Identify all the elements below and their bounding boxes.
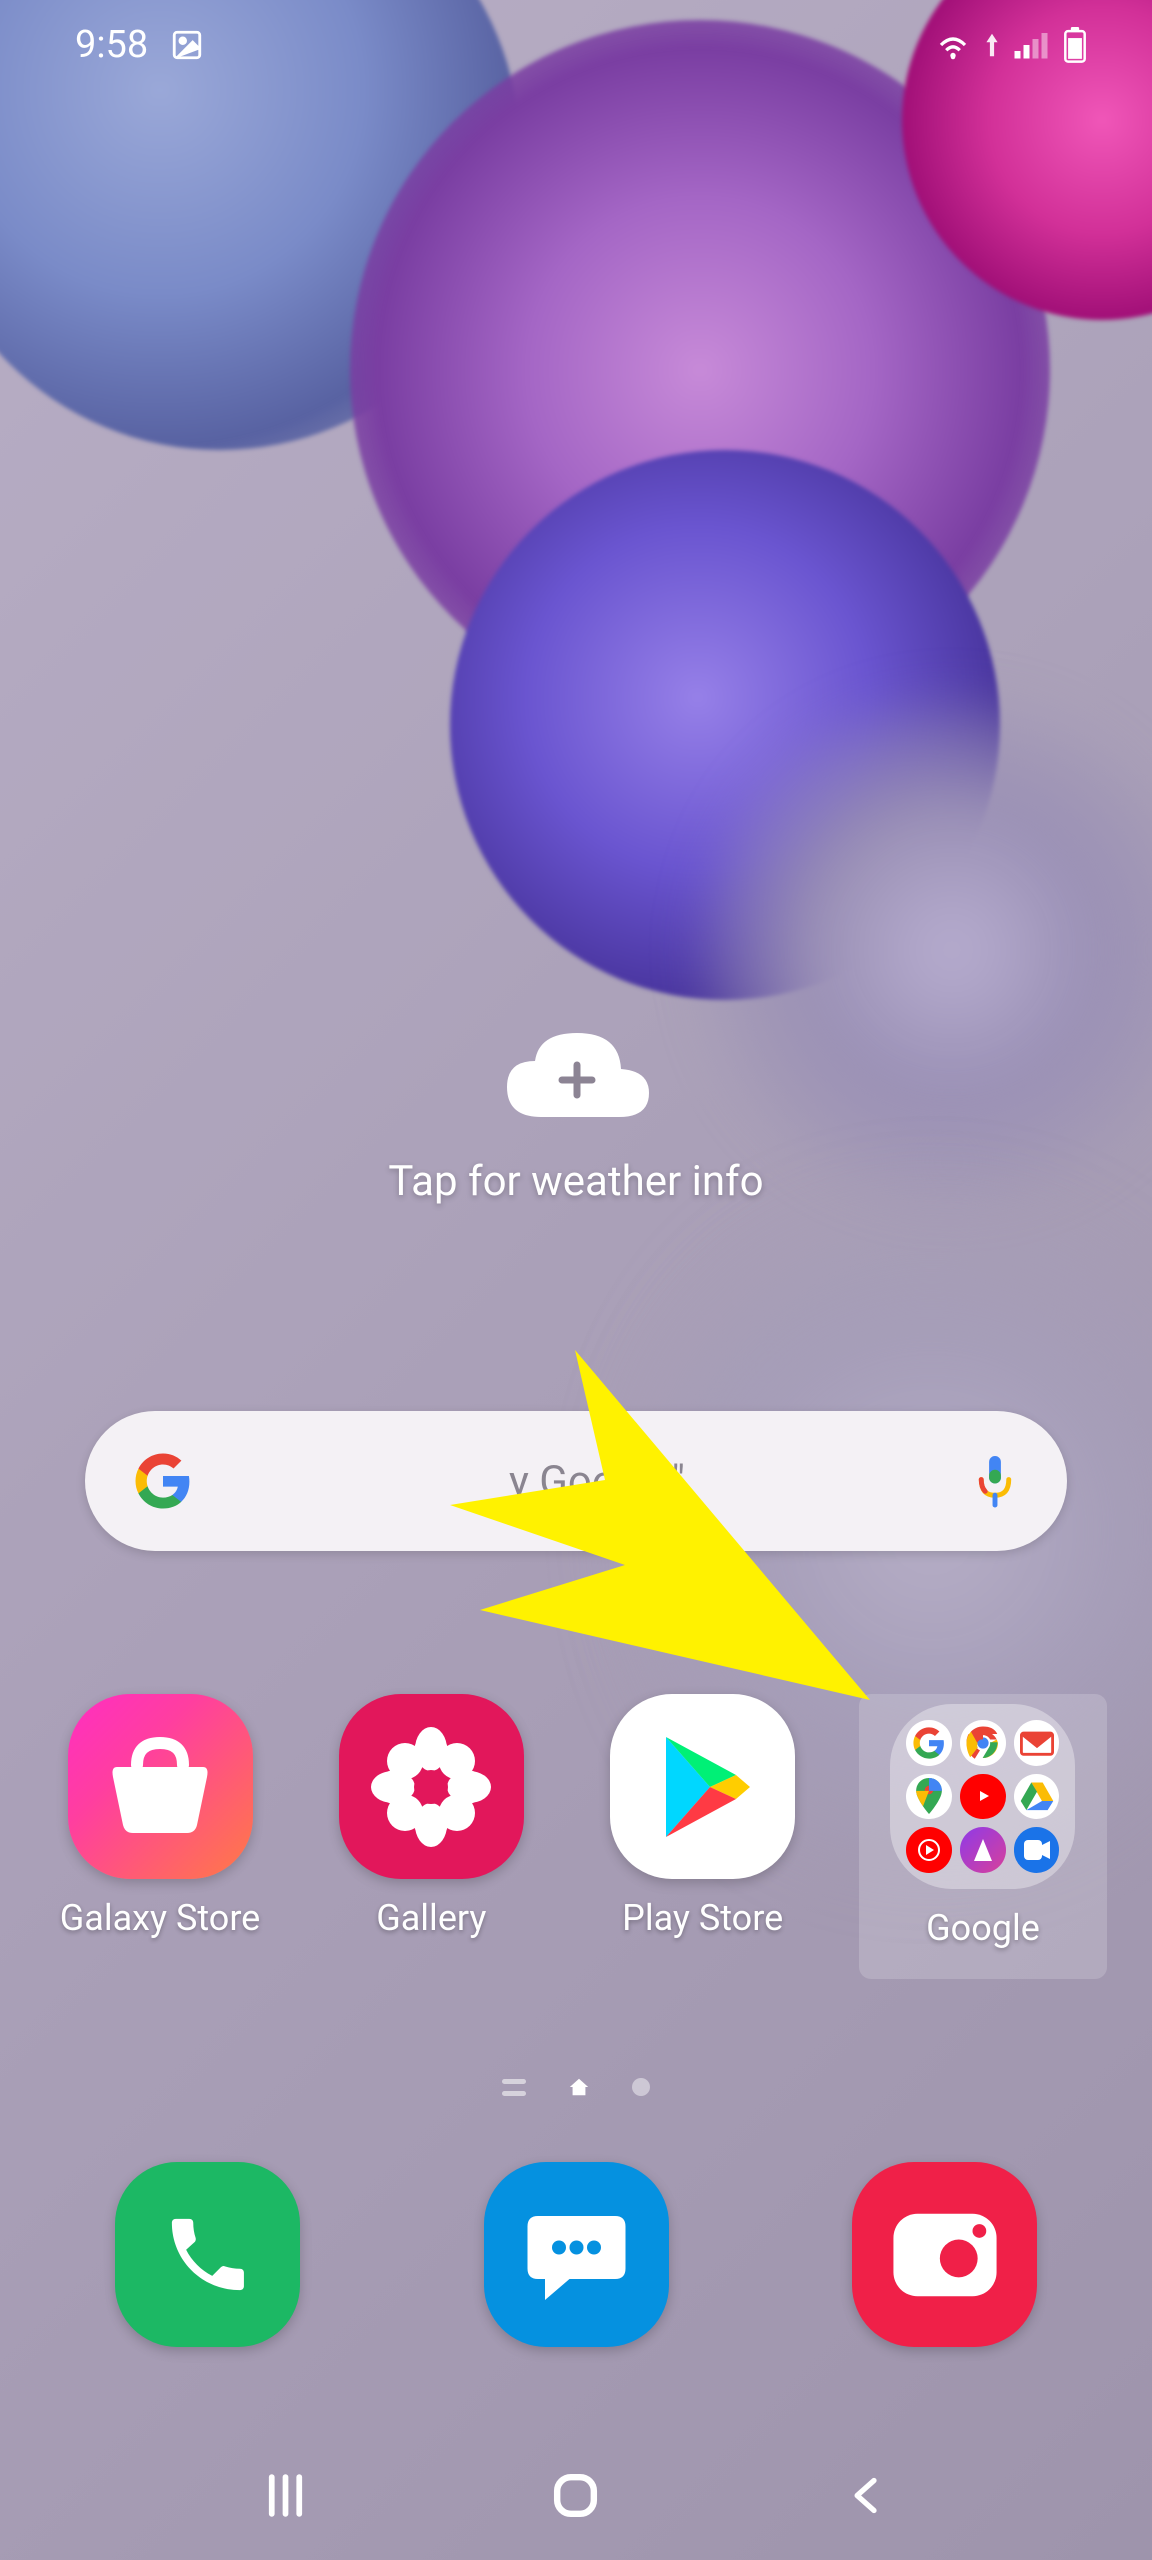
navigation-bar <box>0 2430 1152 2560</box>
google-search-bar[interactable]: y Google" <box>85 1411 1067 1551</box>
status-bar: 9:58 <box>0 0 1152 90</box>
app-label: Play Store <box>622 1897 783 1939</box>
camera-app[interactable] <box>852 2162 1037 2347</box>
phone-icon <box>160 2207 255 2302</box>
phone-app[interactable] <box>115 2162 300 2347</box>
dock <box>115 2162 1037 2347</box>
gallery-icon <box>339 1694 524 1879</box>
apps-panel-indicator <box>502 2079 526 2096</box>
mini-maps-icon <box>906 1774 952 1820</box>
back-button[interactable] <box>832 2460 902 2530</box>
home-button[interactable] <box>541 2460 611 2530</box>
wifi-icon <box>935 30 971 60</box>
mini-duo-icon <box>1014 1827 1060 1873</box>
image-icon <box>170 28 204 62</box>
recents-button[interactable] <box>250 2460 320 2530</box>
mic-icon[interactable] <box>971 1454 1019 1509</box>
signal-up-icon <box>985 31 999 59</box>
mini-drive-icon <box>1014 1774 1060 1820</box>
mini-podcasts-icon <box>960 1827 1006 1873</box>
gallery-app[interactable]: Gallery <box>316 1694 546 1979</box>
weather-label: Tap for weather info <box>388 1157 763 1206</box>
messages-icon <box>524 2207 629 2302</box>
galaxy-store-icon <box>68 1694 253 1879</box>
play-store-icon <box>610 1694 795 1879</box>
mini-yt-music-icon <box>906 1827 952 1873</box>
play-store-app[interactable]: Play Store <box>588 1694 818 1979</box>
messages-app[interactable] <box>484 2162 669 2347</box>
mini-google-icon <box>906 1720 952 1766</box>
google-folder-icon <box>890 1704 1075 1889</box>
cloud-plus-icon <box>499 1025 654 1115</box>
mini-gmail-icon <box>1014 1720 1060 1766</box>
google-folder[interactable]: Google <box>859 1694 1107 1979</box>
homescreen-app-row: Galaxy Store <box>45 1694 1107 1979</box>
galaxy-store-app[interactable]: Galaxy Store <box>45 1694 275 1979</box>
status-time: 9:58 <box>75 23 148 67</box>
page-indicator[interactable] <box>0 2076 1152 2098</box>
battery-icon <box>1063 27 1087 63</box>
cellular-signal-icon <box>1013 30 1049 60</box>
weather-widget[interactable]: Tap for weather info <box>0 1025 1152 1206</box>
app-label: Gallery <box>376 1897 486 1939</box>
camera-icon <box>890 2210 1000 2300</box>
home-page-indicator <box>568 2076 590 2098</box>
folder-label: Google <box>926 1907 1040 1949</box>
google-g-icon <box>133 1451 193 1511</box>
app-label: Galaxy Store <box>60 1897 261 1939</box>
search-placeholder-text: y Google" <box>223 1457 971 1506</box>
page-dot <box>632 2078 650 2096</box>
mini-chrome-icon <box>960 1720 1006 1766</box>
mini-youtube-icon <box>960 1774 1006 1820</box>
